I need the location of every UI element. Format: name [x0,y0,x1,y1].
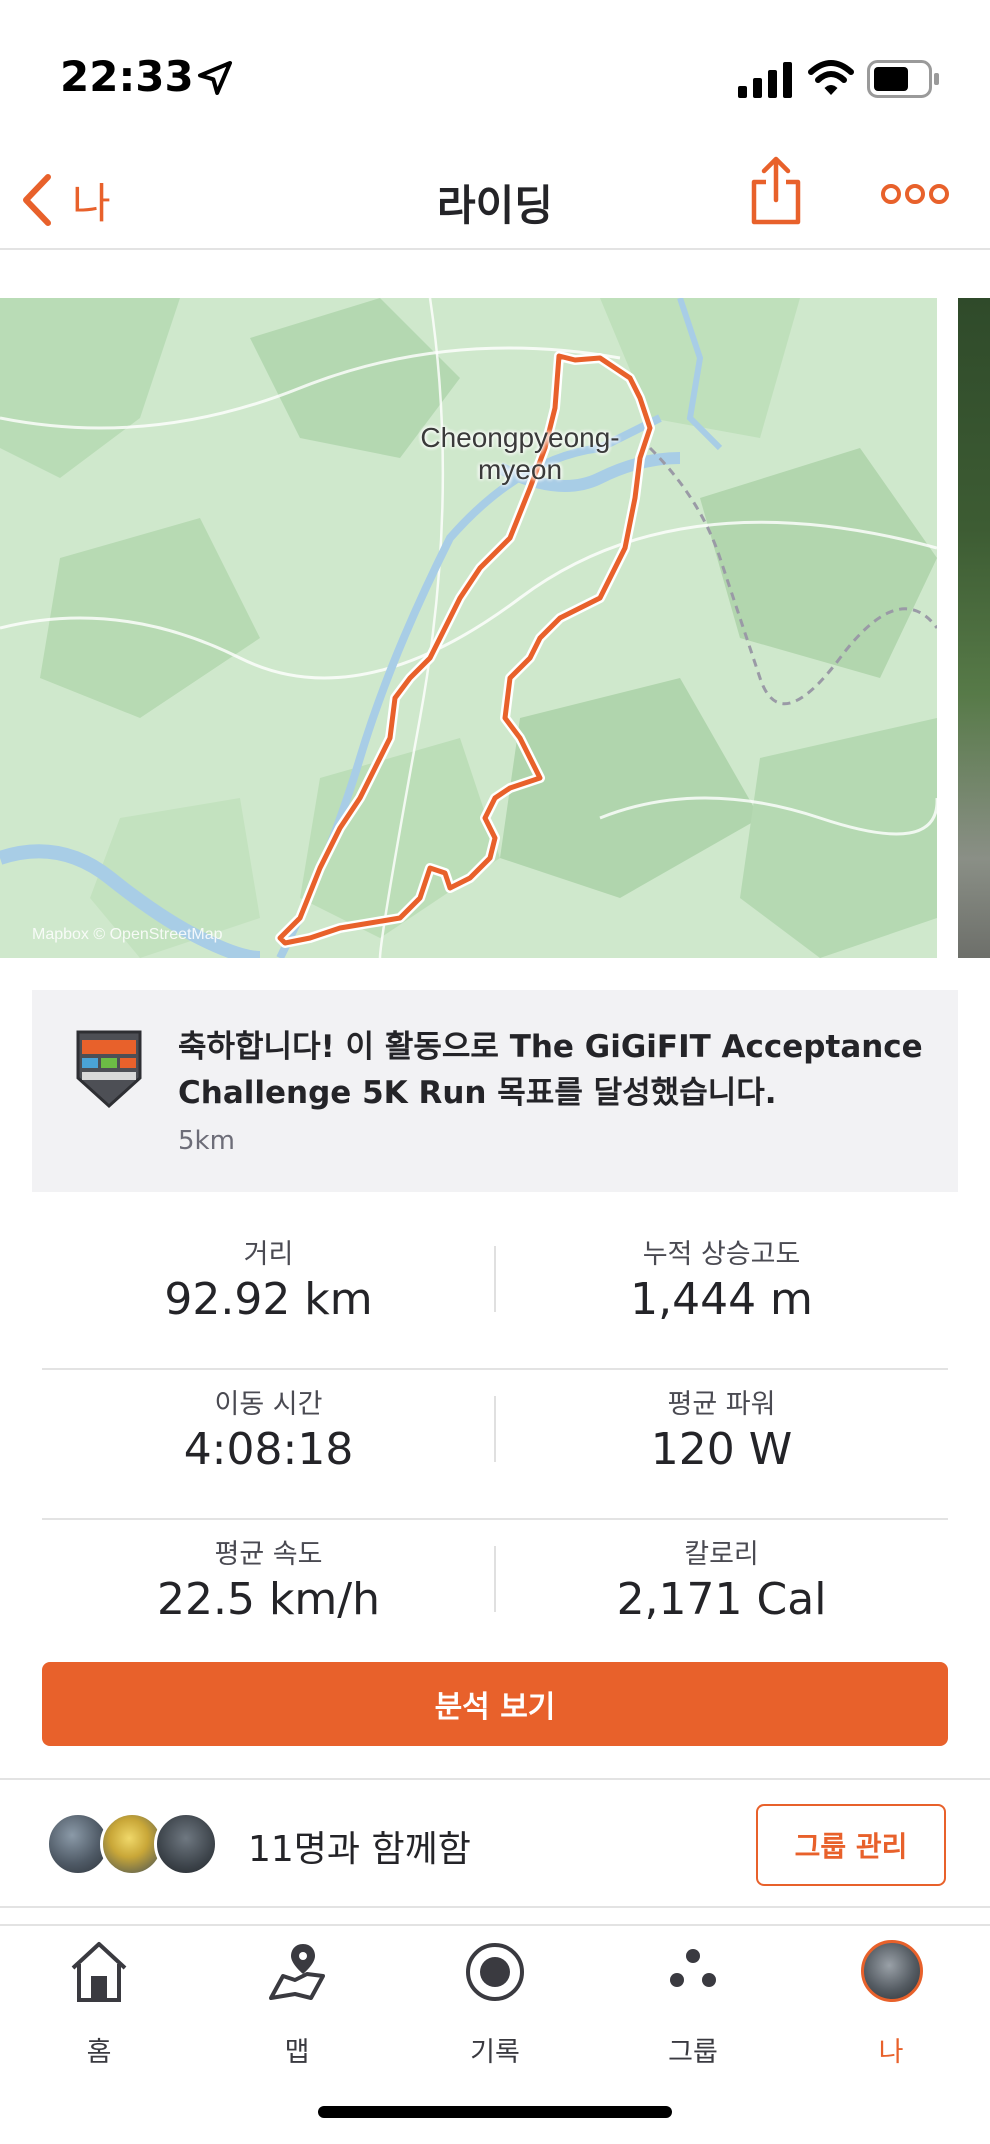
map-icon [269,1944,325,2000]
record-icon [466,1943,524,2001]
stat-label: 평균 파워 [667,1389,776,1420]
group-activity-section: 11명과 함께함 그룹 관리 [0,1778,990,1908]
avatar [154,1812,218,1876]
map-place-label-line1: Cheongpyeong- [420,422,620,453]
stat-value: 92.92 km [164,1274,373,1325]
achievement-card[interactable]: 축하합니다! 이 활동으로 The GiGiFIT Acceptance Cha… [32,990,958,1192]
tab-label: 그룹 [668,2037,718,2068]
battery-icon [867,60,939,98]
stat-distance: 거리 92.92 km [42,1220,495,1370]
profile-avatar [861,1940,923,2002]
tab-label: 기록 [470,2037,520,2068]
stat-label: 거리 [243,1239,294,1270]
stat-average-power: 평균 파워 120 W [495,1370,948,1520]
group-with-count[interactable]: 11명과 함께함 [248,1820,471,1872]
home-indicator[interactable] [318,2106,672,2118]
stat-average-speed: 평균 속도 22.5 km/h [42,1520,495,1670]
navigation-bar: 나 라이딩 [0,150,990,250]
stat-label: 누적 상승고도 [642,1239,801,1270]
view-analysis-button[interactable]: 분석 보기 [42,1662,948,1746]
stat-value: 1,444 m [630,1274,813,1325]
stats-row: 거리 92.92 km 누적 상승고도 1,444 m [42,1220,948,1370]
achievement-subtitle: 5km [178,1126,235,1156]
stat-value: 22.5 km/h [156,1574,380,1625]
home-icon [71,1942,127,2002]
tab-maps[interactable]: 맵 [198,1940,396,2080]
groups-icon [670,1949,716,1987]
status-bar: 22:33 [0,0,990,150]
stat-calories: 칼로리 2,171 Cal [495,1520,948,1670]
manage-group-button[interactable]: 그룹 관리 [756,1804,946,1886]
group-avatars[interactable] [46,1812,226,1876]
challenge-badge-icon [76,1030,142,1109]
tab-home[interactable]: 홈 [0,1940,198,2080]
activity-stats: 거리 92.92 km 누적 상승고도 1,444 m 이동 시간 4:08:1… [42,1220,948,1670]
map-terrain [0,298,937,958]
location-arrow-icon [198,61,232,95]
activity-media-carousel[interactable]: Cheongpyeong- myeon Mapbox © OpenStreetM… [0,298,990,958]
stat-label: 이동 시간 [214,1389,323,1420]
page-title: 라이딩 [437,181,553,230]
share-icon[interactable] [748,156,804,226]
tab-record[interactable]: 기록 [396,1940,594,2080]
more-options-icon[interactable] [880,174,950,214]
stat-label: 칼로리 [684,1539,759,1570]
tab-label: 나 [878,2037,904,2068]
route-map[interactable]: Cheongpyeong- myeon Mapbox © OpenStreetM… [0,298,937,958]
stat-label: 평균 속도 [214,1539,323,1570]
achievement-message: 축하합니다! 이 활동으로 The GiGiFIT Acceptance Cha… [178,1029,923,1111]
stat-moving-time: 이동 시간 4:08:18 [42,1370,495,1520]
cellular-signal-icon [738,62,792,98]
wifi-icon [808,60,854,95]
map-place-label-line2: myeon [477,454,563,485]
stats-row: 이동 시간 4:08:18 평균 파워 120 W [42,1370,948,1520]
stats-row: 평균 속도 22.5 km/h 칼로리 2,171 Cal [42,1520,948,1670]
stat-value: 2,171 Cal [616,1574,827,1625]
stat-elevation-gain: 누적 상승고도 1,444 m [495,1220,948,1370]
stat-value: 120 W [650,1424,793,1475]
tab-profile[interactable]: 나 [792,1940,990,2080]
tab-label: 맵 [284,2037,310,2068]
activity-photo[interactable] [958,298,990,958]
status-time: 22:33 [60,52,194,101]
map-attribution: Mapbox © OpenStreetMap [32,926,223,943]
stat-value: 4:08:18 [183,1424,354,1475]
tab-label: 홈 [86,2037,112,2068]
tab-groups[interactable]: 그룹 [594,1940,792,2080]
map-place-label: Cheongpyeong- myeon [410,422,630,486]
